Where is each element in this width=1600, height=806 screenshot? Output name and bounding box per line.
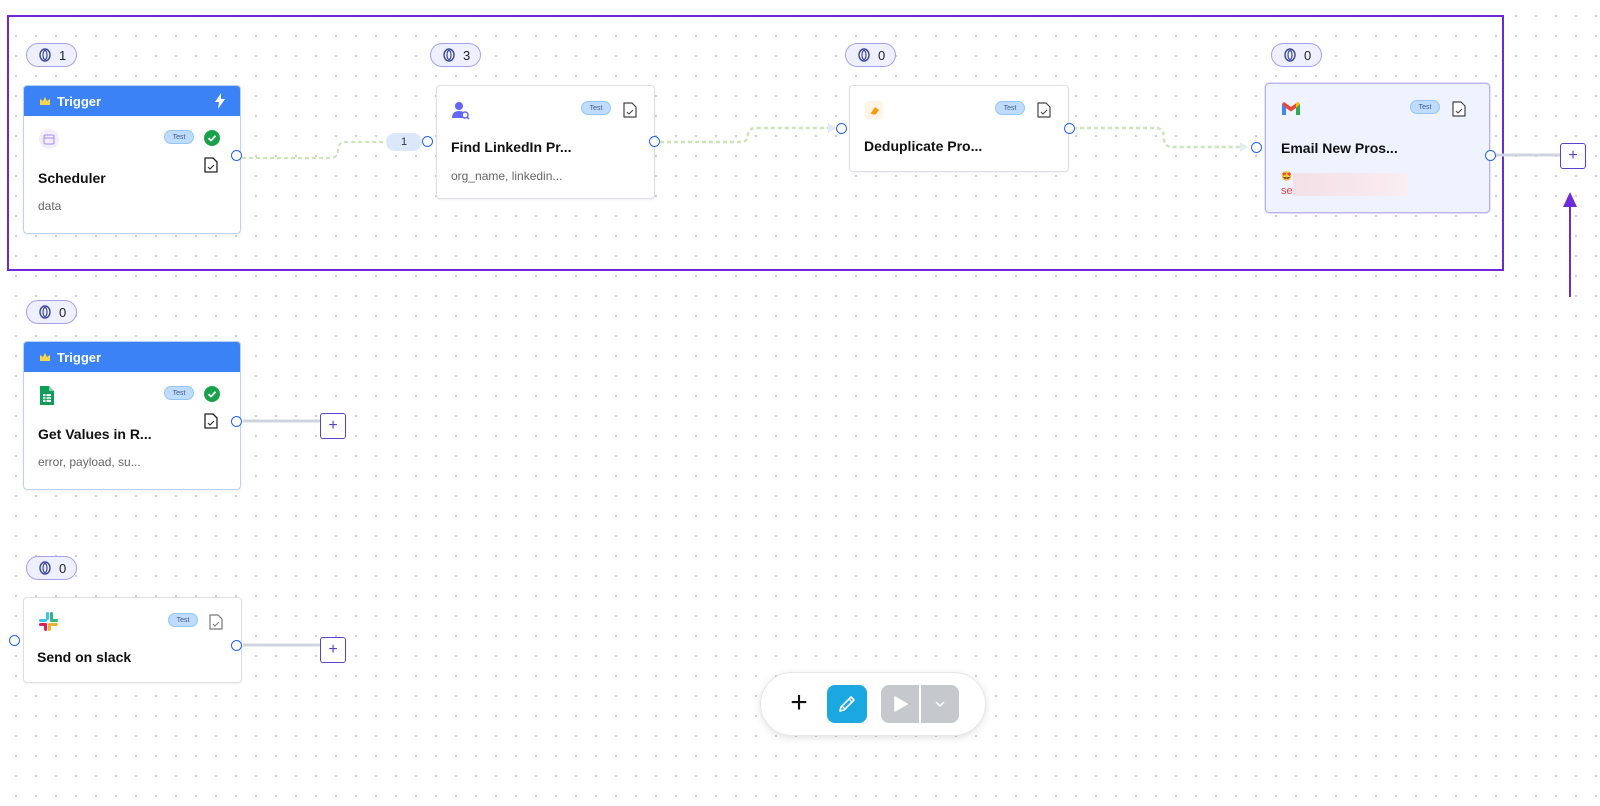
run-count-pill[interactable]: 1 <box>26 43 78 67</box>
input-port[interactable] <box>836 123 847 134</box>
run-count-pill[interactable]: 0 <box>26 300 78 324</box>
canvas-toolbar: + <box>760 672 986 736</box>
test-button[interactable]: Test <box>995 101 1025 115</box>
run-count: 0 <box>59 560 67 576</box>
run-count: 0 <box>59 304 67 320</box>
node-title: Find LinkedIn Pr... <box>451 139 572 155</box>
coin-icon <box>39 561 51 575</box>
output-port[interactable] <box>231 640 242 651</box>
node-send-on-slack[interactable]: Test Send on slack <box>23 597 242 683</box>
run-count: 0 <box>878 47 886 63</box>
slack-icon <box>39 612 58 631</box>
node-subtitle: data <box>38 199 62 213</box>
output-port[interactable] <box>1485 150 1496 161</box>
person-search-icon <box>452 102 470 120</box>
trigger-label: Trigger <box>57 93 102 109</box>
node-get-values[interactable]: Trigger Test Get Values in R... error, p… <box>23 341 241 490</box>
gmail-icon <box>1282 102 1300 115</box>
test-button[interactable]: Test <box>164 386 194 400</box>
play-icon <box>894 696 908 712</box>
output-port[interactable] <box>231 416 242 427</box>
arrow-up-icon <box>1563 192 1577 297</box>
document-icon[interactable] <box>1450 100 1468 118</box>
edit-button[interactable] <box>827 685 867 723</box>
input-port[interactable] <box>422 136 433 147</box>
document-icon[interactable] <box>207 613 225 631</box>
run-menu-button[interactable] <box>921 685 959 723</box>
coin-icon <box>39 305 51 319</box>
document-icon[interactable] <box>202 412 220 430</box>
chevron-down-icon <box>935 701 945 708</box>
run-count: 3 <box>463 47 471 63</box>
run-count-pill[interactable]: 0 <box>845 43 897 67</box>
node-subtitle: error, payload, su... <box>38 455 141 469</box>
scheduler-icon <box>39 129 59 149</box>
trigger-header: Trigger <box>24 342 240 372</box>
input-port[interactable] <box>1251 142 1262 153</box>
add-node-button[interactable]: + <box>785 686 813 719</box>
test-button[interactable]: Test <box>168 613 198 627</box>
coin-icon <box>39 48 51 62</box>
node-find-linkedin[interactable]: Test Find LinkedIn Pr... org_name, linke… <box>436 85 655 199</box>
bolt-icon <box>215 93 225 109</box>
add-step-button[interactable]: + <box>320 413 346 439</box>
run-count: 1 <box>59 47 67 63</box>
pencil-icon <box>839 696 855 712</box>
crown-icon <box>40 97 50 105</box>
node-title: Email New Pros... <box>1281 140 1398 156</box>
redacted-text <box>1293 173 1408 196</box>
run-count-pill[interactable]: 3 <box>430 43 482 67</box>
run-button-group <box>881 685 959 723</box>
warning-emoji: 🤩 <box>1281 171 1293 181</box>
coin-icon <box>858 48 870 62</box>
output-port[interactable] <box>231 150 242 161</box>
node-title: Send on slack <box>37 649 132 665</box>
coin-icon <box>443 48 455 62</box>
run-count-pill[interactable]: 0 <box>1271 43 1323 67</box>
trigger-label: Trigger <box>57 349 102 365</box>
document-icon[interactable] <box>202 156 220 174</box>
eraser-icon <box>865 101 883 119</box>
input-port[interactable] <box>9 635 20 646</box>
google-sheets-icon <box>40 386 54 405</box>
add-step-button[interactable]: + <box>1560 143 1586 169</box>
node-title: Scheduler <box>38 170 106 186</box>
run-button[interactable] <box>881 685 919 723</box>
run-count-pill[interactable]: 0 <box>26 556 78 580</box>
success-check-icon <box>204 130 220 146</box>
wire-dedup-to-email <box>1066 126 1246 149</box>
run-count: 0 <box>1304 47 1312 63</box>
node-subtitle: org_name, linkedin... <box>451 169 563 183</box>
test-button[interactable]: Test <box>1410 100 1440 114</box>
test-button[interactable]: Test <box>164 130 194 144</box>
test-button[interactable]: Test <box>581 101 611 115</box>
add-step-button[interactable]: + <box>320 637 346 663</box>
success-check-icon <box>204 386 220 402</box>
document-icon[interactable] <box>1035 101 1053 119</box>
node-scheduler[interactable]: Trigger Test Scheduler data <box>23 85 241 234</box>
node-title: Get Values in R... <box>38 426 152 442</box>
output-port[interactable] <box>649 136 660 147</box>
node-email-new-prospects[interactable]: Test Email New Pros... 🤩 set <box>1265 83 1490 213</box>
wire-linkedin-to-dedup <box>653 126 834 144</box>
output-port[interactable] <box>1064 123 1075 134</box>
node-title: Deduplicate Pro... <box>864 138 983 154</box>
document-icon[interactable] <box>621 101 639 119</box>
coin-icon <box>1284 48 1296 62</box>
input-count-badge: 1 <box>386 133 422 151</box>
node-deduplicate[interactable]: Test Deduplicate Pro... <box>849 85 1069 172</box>
crown-icon <box>40 353 50 361</box>
trigger-header: Trigger <box>24 86 240 116</box>
